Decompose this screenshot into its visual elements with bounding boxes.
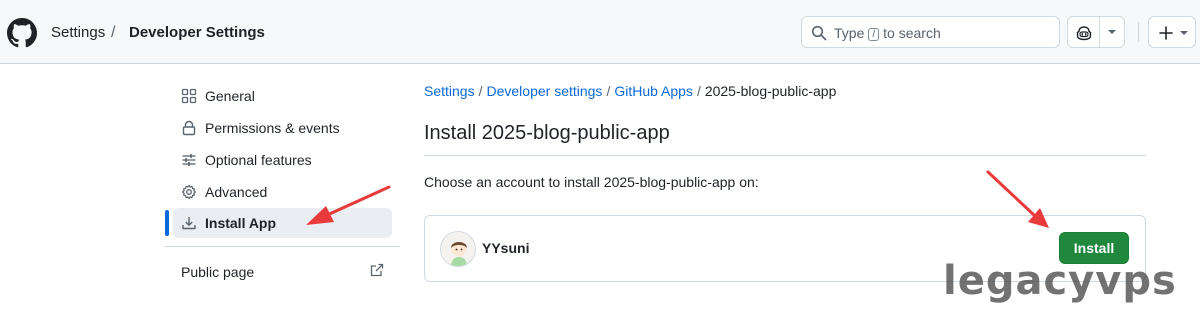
- sidebar-item-general[interactable]: General: [173, 81, 392, 111]
- page-title: Install 2025-blog-public-app: [424, 122, 670, 144]
- search-suffix: to search: [883, 25, 941, 41]
- sidebar-item-label: General: [205, 88, 255, 104]
- sidebar-item-install-app[interactable]: Install App: [173, 208, 392, 238]
- copilot-divider: [1099, 17, 1100, 47]
- sidebar-item-advanced[interactable]: Advanced: [173, 177, 392, 207]
- github-logo-icon[interactable]: [7, 18, 37, 48]
- sidebar-item-public-page[interactable]: Public page: [173, 257, 392, 287]
- create-new-button[interactable]: [1148, 16, 1196, 48]
- gear-icon: [181, 184, 197, 200]
- link-external-icon: [370, 263, 384, 277]
- lock-icon: [182, 120, 196, 136]
- breadcrumb-link-github-apps[interactable]: GitHub Apps: [614, 83, 693, 99]
- sidebar-item-optional-features[interactable]: Optional features: [173, 145, 392, 175]
- search-prefix: Type: [834, 25, 865, 41]
- copilot-icon: [1076, 26, 1092, 41]
- apps-grid-icon: [181, 88, 197, 104]
- chevron-down-icon[interactable]: [1107, 29, 1117, 35]
- breadcrumb-link-developer-settings[interactable]: Developer settings: [486, 83, 602, 99]
- chevron-down-icon: [1180, 31, 1188, 35]
- breadcrumb-link-settings[interactable]: Settings: [424, 83, 475, 99]
- search-icon: [811, 25, 827, 41]
- breadcrumb-current: 2025-blog-public-app: [704, 83, 837, 99]
- breadcrumb-separator: /: [696, 83, 701, 99]
- main-breadcrumb: Settings / Developer settings / GitHub Apps /…: [424, 83, 836, 100]
- sidebar-item-label: Optional features: [205, 152, 312, 168]
- header-breadcrumb-separator: /: [111, 24, 116, 41]
- search-input[interactable]: Type / to search: [801, 16, 1060, 48]
- app-header: Settings / Developer Settings Type / to se…: [0, 0, 1200, 64]
- header-breadcrumb-developer-settings[interactable]: Developer Settings: [129, 24, 265, 42]
- avatar: [440, 231, 476, 267]
- breadcrumb-separator: /: [478, 83, 483, 99]
- copilot-button[interactable]: [1067, 16, 1125, 48]
- sidebar-item-label: Public page: [181, 264, 255, 280]
- search-shortcut-key: /: [868, 28, 880, 41]
- header-divider: [1138, 22, 1139, 42]
- title-divider: [424, 155, 1146, 156]
- search-placeholder: Type / to search: [834, 25, 941, 41]
- install-prompt: Choose an account to install 2025-blog-p…: [424, 174, 759, 190]
- avatar-image: [441, 232, 475, 266]
- breadcrumb-separator: /: [606, 83, 611, 99]
- sidebar-item-label: Advanced: [205, 184, 268, 200]
- header-breadcrumb-settings[interactable]: Settings: [51, 24, 105, 42]
- active-indicator: [165, 210, 169, 236]
- sidebar-item-label: Install App: [205, 215, 277, 231]
- download-icon: [182, 217, 196, 230]
- account-name: YYsuni: [482, 240, 530, 256]
- plus-icon: [1159, 26, 1173, 40]
- sidebar-item-label: Permissions & events: [205, 120, 340, 136]
- sliders-icon: [182, 154, 196, 166]
- sidebar-item-permissions-events[interactable]: Permissions & events: [173, 113, 392, 143]
- watermark-text: legacyvps: [943, 258, 1177, 304]
- sidebar-divider: [165, 246, 400, 247]
